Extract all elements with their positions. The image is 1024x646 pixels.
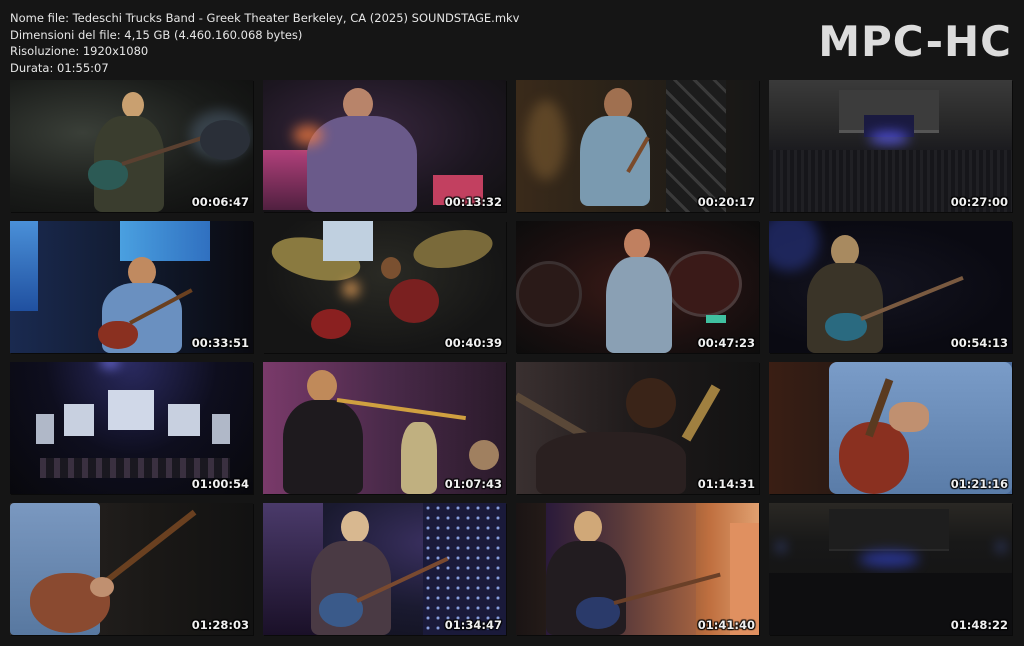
thumbnail[interactable]: 00:13:32	[263, 80, 506, 212]
thumbnail-timestamp: 01:21:16	[950, 477, 1008, 491]
thumbnail-grid: 00:06:47 00:13:32 00:20:17 00:27:00 00:3…	[10, 80, 1012, 635]
thumbnail-timestamp: 00:40:39	[444, 336, 502, 350]
thumbnail[interactable]: 01:21:16	[769, 362, 1012, 494]
file-name: Nome file: Tedeschi Trucks Band - Greek …	[10, 11, 520, 25]
thumbnail-timestamp: 01:48:22	[950, 618, 1008, 632]
mpc-hc-logo: MPC-HC	[818, 17, 1012, 66]
thumbnail[interactable]: 01:00:54	[10, 362, 253, 494]
thumbnail-timestamp: 00:33:51	[191, 336, 249, 350]
thumbnail[interactable]: 00:54:13	[769, 221, 1012, 353]
thumbnail-timestamp: 01:28:03	[191, 618, 249, 632]
thumbnail-timestamp: 01:07:43	[444, 477, 502, 491]
thumbnail-timestamp: 00:06:47	[191, 195, 249, 209]
thumbnail[interactable]: 00:40:39	[263, 221, 506, 353]
thumbnail[interactable]: 00:20:17	[516, 80, 759, 212]
file-resolution: Risoluzione: 1920x1080	[10, 44, 149, 58]
thumbnail-timestamp: 00:47:23	[697, 336, 755, 350]
thumbnail[interactable]: 01:28:03	[10, 503, 253, 635]
file-size: Dimensioni del file: 4,15 GB (4.460.160.…	[10, 27, 303, 42]
thumbnail-timestamp: 00:27:00	[950, 195, 1008, 209]
thumbnail-timestamp: 01:34:47	[444, 618, 502, 632]
thumbnail[interactable]: 00:27:00	[769, 80, 1012, 212]
thumbnail-timestamp: 01:14:31	[697, 477, 755, 491]
thumbnail-timestamp: 00:13:32	[444, 195, 502, 209]
file-info: Nome file: Tedeschi Trucks Band - Greek …	[10, 10, 520, 76]
thumbnail[interactable]: 01:14:31	[516, 362, 759, 494]
thumbnail-timestamp: 01:41:40	[697, 618, 755, 632]
thumbnail-timestamp: 00:54:13	[950, 336, 1008, 350]
thumbnail[interactable]: 00:06:47	[10, 80, 253, 212]
thumbnail[interactable]: 01:48:22	[769, 503, 1012, 635]
thumbnail[interactable]: 01:07:43	[263, 362, 506, 494]
thumbnail[interactable]: 01:34:47	[263, 503, 506, 635]
file-duration: Durata: 01:55:07	[10, 60, 109, 75]
thumbnail-timestamp: 01:00:54	[191, 477, 249, 491]
thumbnail[interactable]: 01:41:40	[516, 503, 759, 635]
thumbnail[interactable]: 00:47:23	[516, 221, 759, 353]
thumbnail-timestamp: 00:20:17	[697, 195, 755, 209]
thumbnail[interactable]: 00:33:51	[10, 221, 253, 353]
